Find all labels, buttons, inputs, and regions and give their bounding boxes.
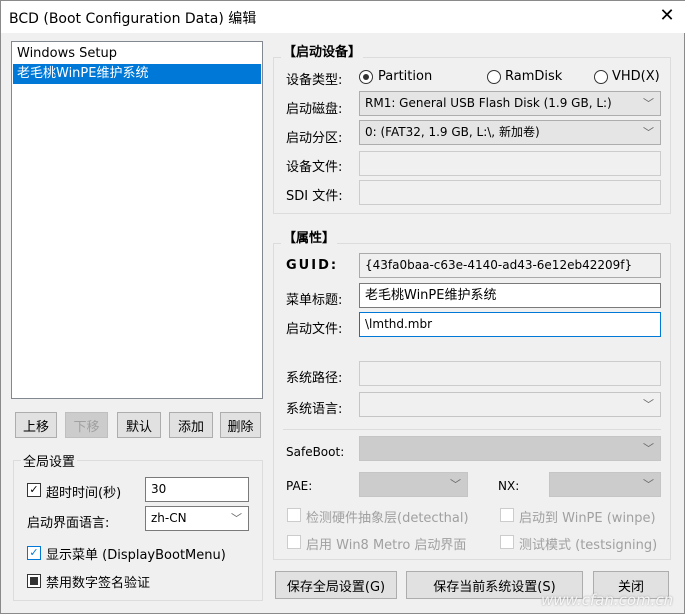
boot-lang-value: zh-CN: [151, 511, 187, 525]
properties-legend: 【属性】: [281, 227, 338, 246]
pae-label: PAE:: [286, 479, 313, 493]
timeout-label: 超时时间(秒): [46, 486, 122, 501]
testsigning-label: 测试模式 (testsigning): [519, 538, 658, 553]
partition-radio-label: Partition: [378, 69, 433, 84]
boot-file-label: 启动文件:: [286, 322, 343, 337]
timeout-checkbox[interactable]: ✓: [27, 483, 41, 497]
detecthal-label: 检测硬件抽象层(detecthal): [306, 511, 469, 526]
system-path-label: 系统路径:: [286, 371, 343, 386]
timeout-input[interactable]: 30: [145, 477, 249, 502]
device-file-input[interactable]: [359, 151, 661, 176]
vhd-radio-label: VHD(X): [612, 69, 660, 84]
watermark: www.cfan.com.cn: [541, 591, 674, 609]
safeboot-label: SafeBoot:: [286, 445, 345, 459]
move-down-button[interactable]: 下移: [65, 412, 108, 438]
menu-title-label: 菜单标题:: [286, 293, 343, 308]
winpe-checkbox[interactable]: [500, 508, 514, 522]
sdi-file-label: SDI 文件:: [286, 189, 343, 204]
add-button[interactable]: 添加: [169, 412, 213, 438]
system-lang-select[interactable]: ﹀: [359, 392, 661, 417]
detecthal-checkbox[interactable]: [287, 508, 301, 522]
chevron-down-icon: ﹀: [643, 478, 654, 491]
winpe-label: 启动到 WinPE (winpe): [519, 511, 656, 526]
device-type-label: 设备类型:: [286, 73, 343, 88]
boot-disk-value: RM1: General USB Flash Disk (1.9 GB, L:): [365, 96, 612, 110]
metro-checkbox[interactable]: [287, 535, 301, 549]
boot-partition-value: 0: (FAT32, 1.9 GB, L:\, 新加卷): [365, 125, 540, 139]
entry-list[interactable]: Windows Setup 老毛桃WinPE维护系统: [11, 41, 263, 399]
default-button[interactable]: 默认: [117, 412, 161, 438]
chevron-down-icon: ﹀: [643, 442, 654, 455]
chevron-down-icon: ﹀: [643, 126, 654, 139]
disable-signature-label: 禁用数字签名验证: [46, 576, 151, 591]
device-file-label: 设备文件:: [286, 160, 343, 175]
delete-button[interactable]: 删除: [220, 412, 261, 438]
ramdisk-radio[interactable]: [487, 70, 501, 84]
save-global-button[interactable]: 保存全局设置(G): [275, 571, 397, 599]
safeboot-select[interactable]: ﹀: [359, 436, 661, 461]
sdi-file-input[interactable]: [359, 180, 661, 205]
testsigning-checkbox[interactable]: [500, 535, 514, 549]
nx-label: NX:: [498, 479, 520, 493]
divider: [283, 429, 661, 430]
pae-select[interactable]: ﹀: [359, 472, 468, 497]
vhd-radio[interactable]: [594, 70, 608, 84]
guid-label: GUID:: [286, 258, 339, 273]
guid-input[interactable]: {43fa0baa-c63e-4140-ad43-6e12eb42209f}: [359, 253, 661, 278]
disable-signature-checkbox[interactable]: [27, 574, 41, 588]
ramdisk-radio-label: RamDisk: [505, 69, 563, 84]
menu-title-input[interactable]: 老毛桃WinPE维护系统: [359, 283, 661, 308]
display-menu-label: 显示菜单 (DisplayBootMenu): [46, 548, 226, 563]
display-menu-checkbox[interactable]: ✓: [27, 546, 41, 560]
window-title: BCD (Boot Configuration Data) 编辑: [9, 11, 257, 27]
system-lang-label: 系统语言:: [286, 402, 343, 417]
boot-partition-select[interactable]: 0: (FAT32, 1.9 GB, L:\, 新加卷) ﹀: [359, 120, 661, 145]
boot-disk-select[interactable]: RM1: General USB Flash Disk (1.9 GB, L:)…: [359, 91, 661, 116]
boot-lang-label: 启动界面语言:: [27, 516, 110, 531]
chevron-down-icon: ﹀: [231, 512, 242, 525]
list-item-selected[interactable]: 老毛桃WinPE维护系统: [13, 64, 261, 84]
list-item[interactable]: Windows Setup: [13, 44, 261, 64]
boot-file-input[interactable]: \lmthd.mbr: [359, 312, 661, 337]
system-path-input[interactable]: [359, 361, 661, 386]
boot-disk-label: 启动磁盘:: [286, 102, 343, 117]
boot-lang-select[interactable]: zh-CN ﹀: [145, 506, 249, 531]
title-bar: BCD (Boot Configuration Data) 编辑 ✕: [1, 1, 685, 33]
metro-label: 启用 Win8 Metro 启动界面: [306, 538, 467, 553]
close-icon[interactable]: ✕: [653, 3, 681, 29]
chevron-down-icon: ﹀: [643, 97, 654, 110]
boot-partition-label: 启动分区:: [286, 131, 343, 146]
boot-device-legend: 【启动设备】: [281, 41, 364, 60]
global-settings-legend: 全局设置: [21, 451, 78, 470]
nx-select[interactable]: ﹀: [549, 472, 661, 497]
chevron-down-icon: ﹀: [450, 478, 461, 491]
partition-radio[interactable]: [359, 70, 373, 84]
move-up-button[interactable]: 上移: [15, 412, 57, 438]
chevron-down-icon: ﹀: [643, 398, 654, 411]
